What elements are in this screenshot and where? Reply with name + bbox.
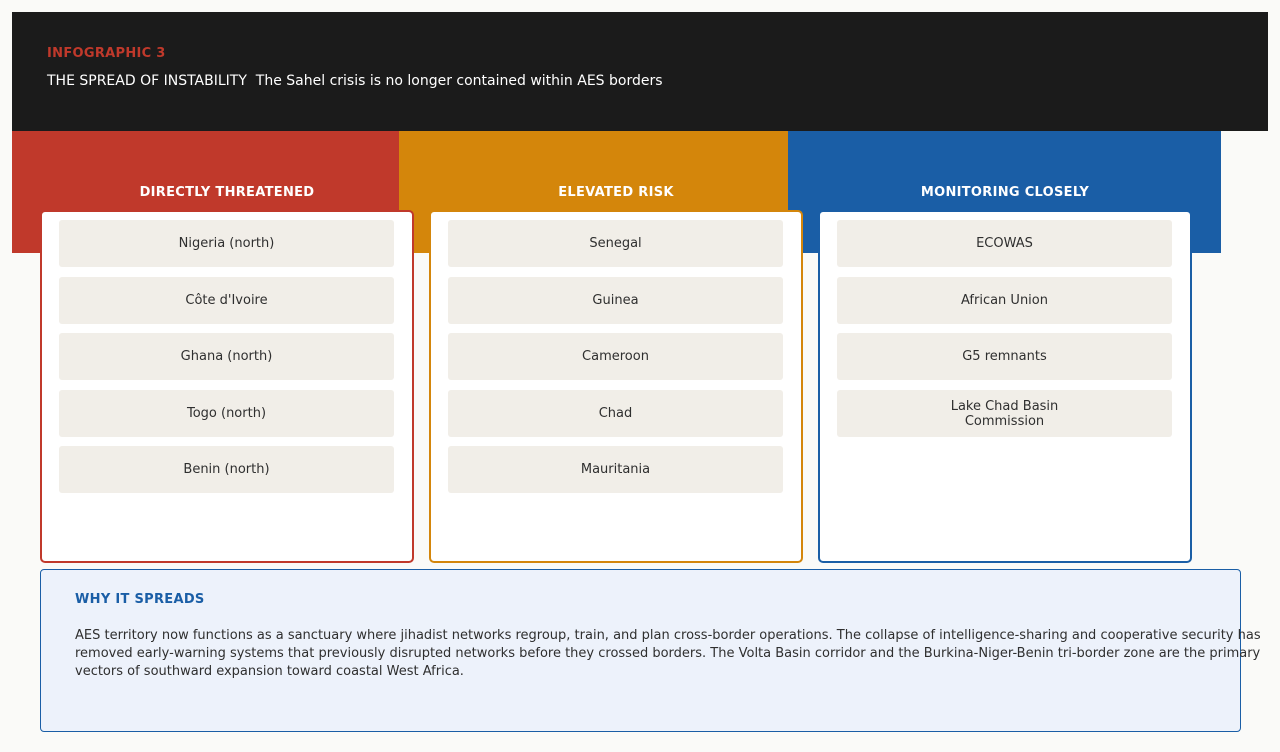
threatened-item: Nigeria (north): [59, 220, 394, 267]
elevated-item: Cameroon: [448, 333, 783, 380]
why-it-spreads-body: AES territory now functions as a sanctua…: [75, 628, 1261, 679]
monitoring-column-title: MONITORING CLOSELY: [920, 185, 1090, 200]
elevated-item: Guinea: [448, 277, 783, 324]
threatened-item: Ghana (north): [59, 333, 394, 380]
elevated-item: Chad: [448, 390, 783, 437]
elevated-item: Senegal: [448, 220, 783, 267]
threatened-item: Togo (north): [59, 390, 394, 437]
infographic-label: INFOGRAPHIC 3: [47, 46, 166, 61]
monitoring-item: Lake Chad Basin Commission: [837, 390, 1172, 437]
monitoring-item: G5 remnants: [837, 333, 1172, 380]
threatened-item: Côte d'Ivoire: [59, 277, 394, 324]
threatened-column-title: DIRECTLY THREATENED: [139, 185, 315, 200]
elevated-column-title: ELEVATED RISK: [558, 185, 674, 200]
threatened-item: Benin (north): [59, 446, 394, 493]
header-banner: INFOGRAPHIC 3 THE SPREAD OF INSTABILITY …: [12, 12, 1268, 131]
monitoring-item: ECOWAS: [837, 220, 1172, 267]
page-title: THE SPREAD OF INSTABILITY The Sahel cris…: [47, 73, 663, 89]
monitoring-item: African Union: [837, 277, 1172, 324]
elevated-item: Mauritania: [448, 446, 783, 493]
why-it-spreads-title: WHY IT SPREADS: [75, 592, 205, 607]
